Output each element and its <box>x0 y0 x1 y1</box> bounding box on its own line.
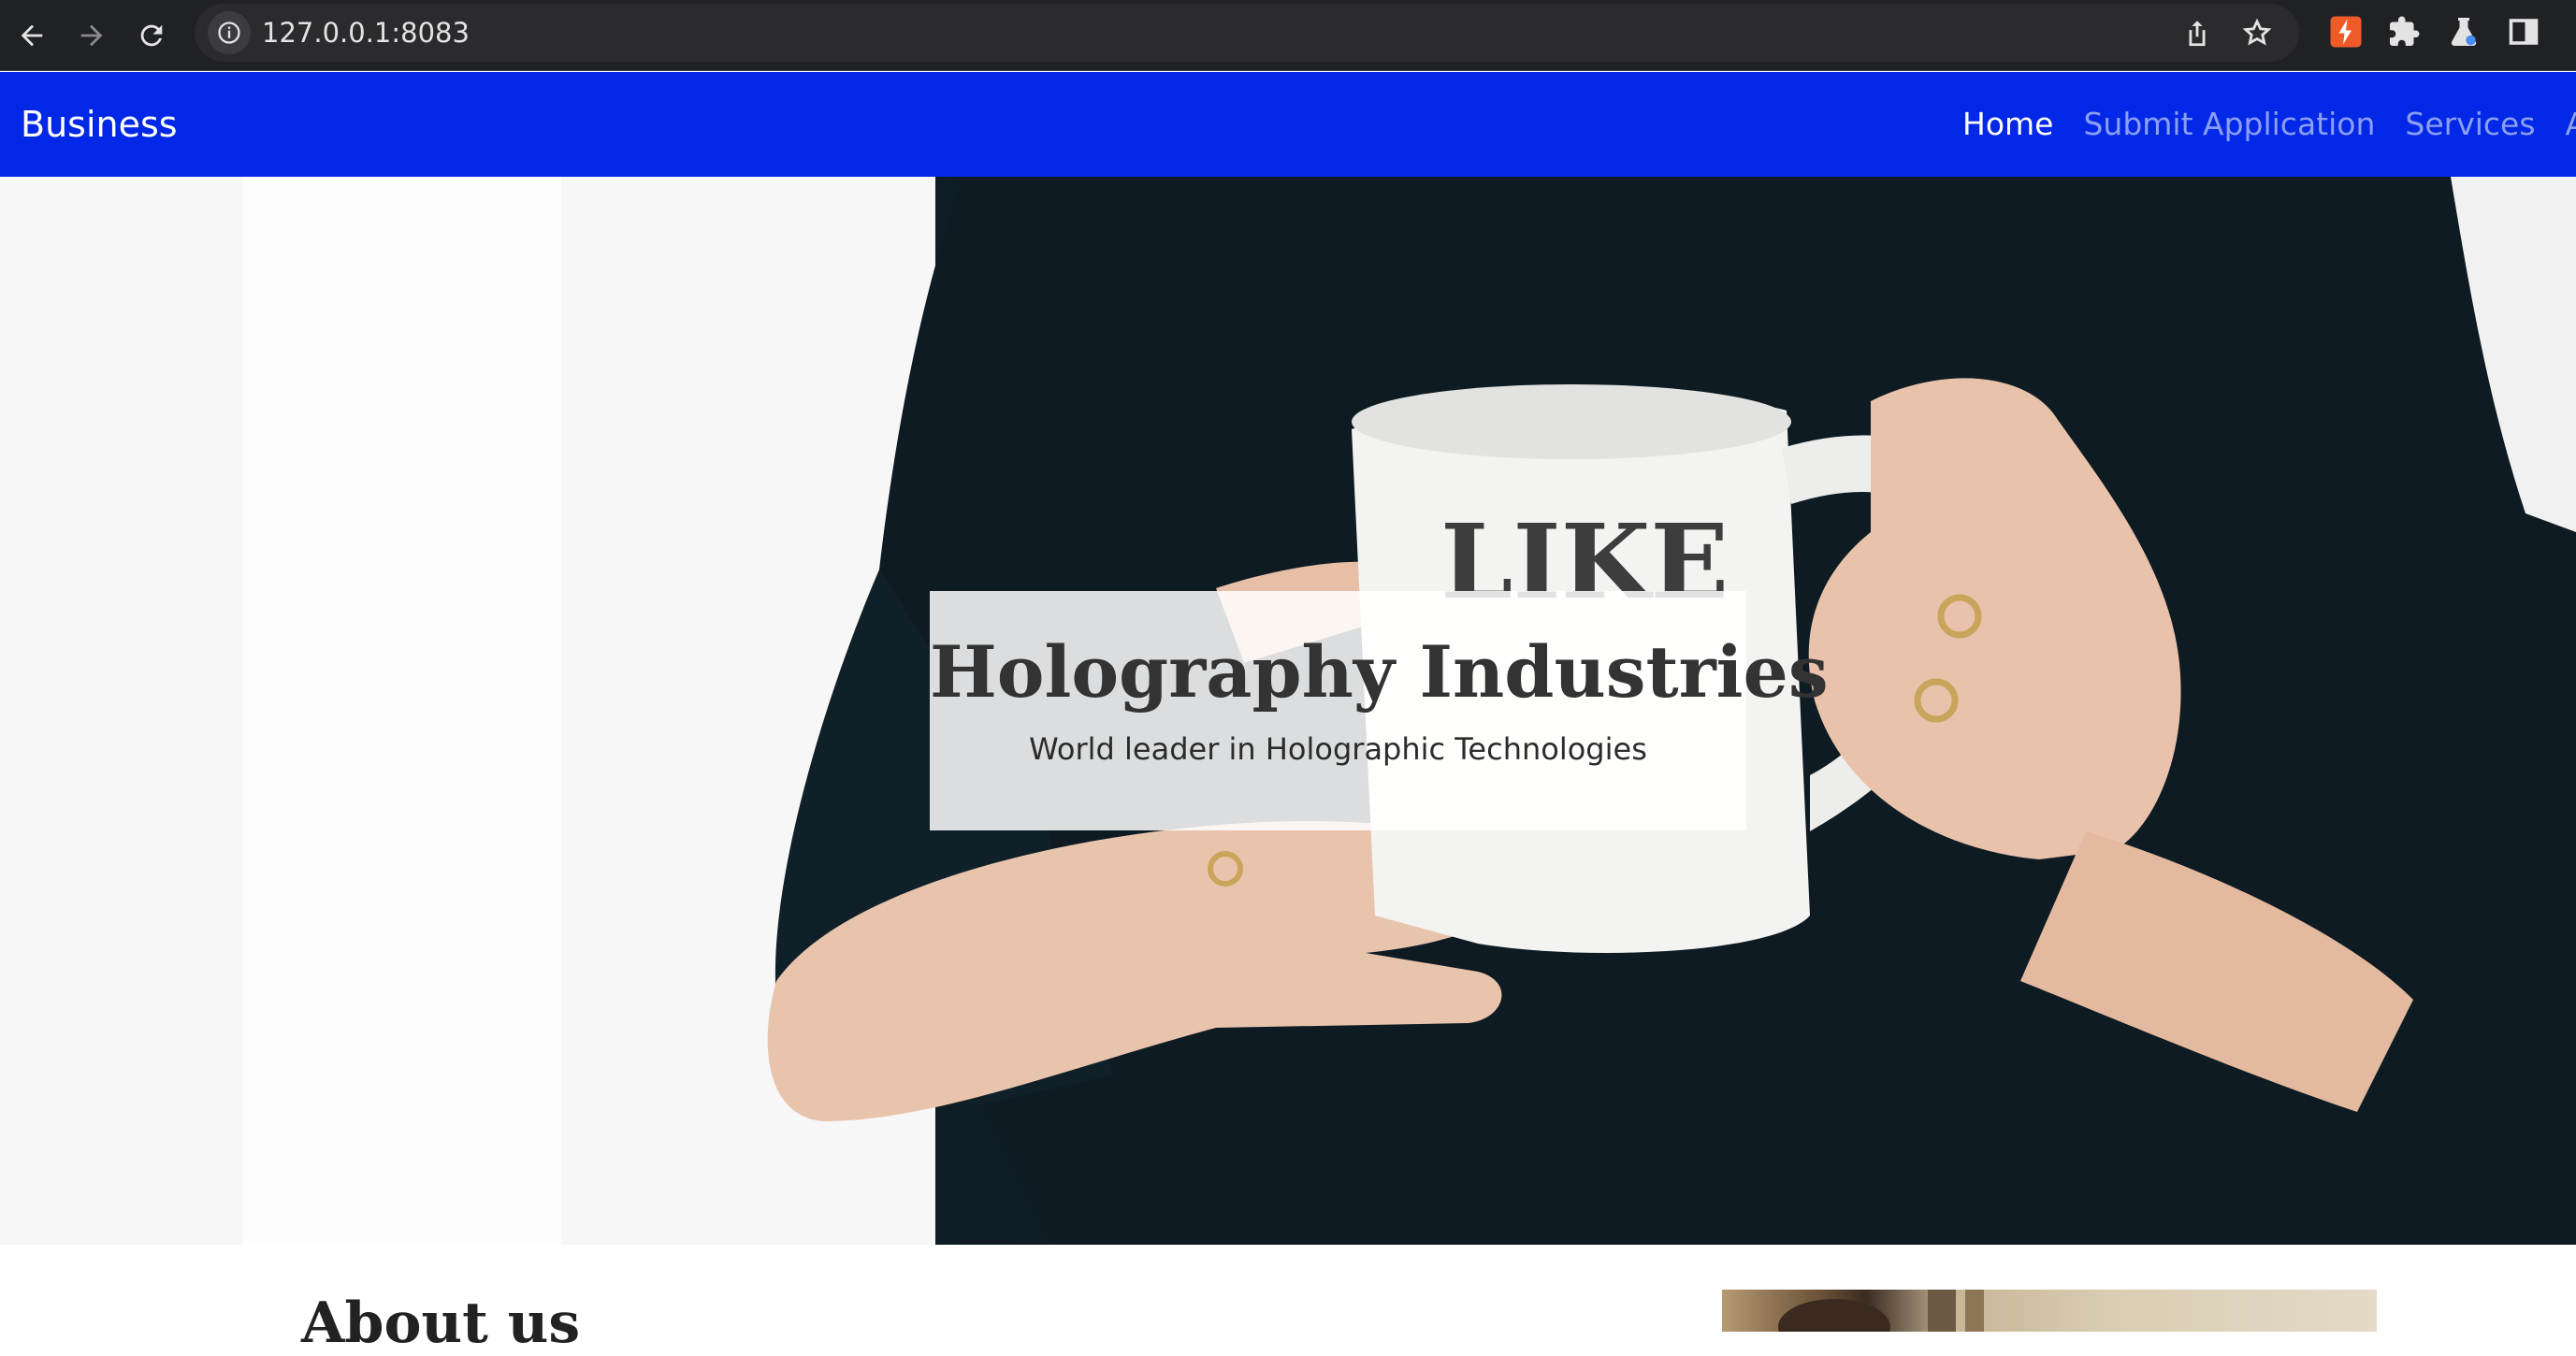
reload-icon <box>140 24 163 47</box>
url-text[interactable]: 127.0.0.1:8083 <box>262 4 470 62</box>
hero-title: Holography Industries <box>930 630 1829 714</box>
share-icon <box>2189 21 2206 47</box>
extension-bolt-button[interactable] <box>2327 13 2365 50</box>
nav-link-home[interactable]: Home <box>1962 72 2053 177</box>
nav-link-services[interactable]: Services <box>2405 72 2535 177</box>
extensions-button[interactable] <box>2385 13 2423 50</box>
hero-subtitle: World leader in Holographic Technologies <box>1029 731 1647 767</box>
browser-toolbar: 127.0.0.1:8083 <box>0 0 2576 71</box>
forward-button[interactable] <box>67 11 116 60</box>
site-info-button[interactable] <box>208 11 251 54</box>
about-photo-image <box>1778 1290 1984 1332</box>
hero-section: LIKE Holography Industries World leader … <box>0 177 2576 1245</box>
bookmark-star-icon <box>2242 18 2272 46</box>
extension-bolt-icon <box>2330 16 2362 48</box>
labs-flask-icon <box>2451 18 2477 47</box>
back-button[interactable] <box>7 11 56 60</box>
labs-button[interactable] <box>2445 13 2482 50</box>
brand-logo[interactable]: Business <box>21 72 178 177</box>
nav-link-submit-application[interactable]: Submit Application <box>2083 72 2375 177</box>
bookmark-button[interactable] <box>2239 15 2275 50</box>
site-navbar: Business Home Submit Application Service… <box>0 72 2576 177</box>
back-arrow-icon <box>21 24 43 47</box>
reload-button[interactable] <box>127 11 176 60</box>
nav-links: Home Submit Application Services Al <box>1962 72 2576 177</box>
puzzle-extensions-icon <box>2390 16 2420 46</box>
site-info-icon <box>218 22 240 44</box>
hero-card: Holography Industries World leader in Ho… <box>930 591 1829 830</box>
side-panel-icon <box>2509 19 2539 45</box>
side-panel-button[interactable] <box>2505 13 2542 50</box>
share-button[interactable] <box>2179 15 2215 50</box>
about-heading: About us <box>301 1291 581 1356</box>
forward-arrow-icon <box>80 24 103 47</box>
nav-link-about[interactable]: Al <box>2566 72 2576 177</box>
address-bar[interactable]: 127.0.0.1:8083 <box>195 4 2299 62</box>
about-photo <box>1722 1290 2377 1332</box>
